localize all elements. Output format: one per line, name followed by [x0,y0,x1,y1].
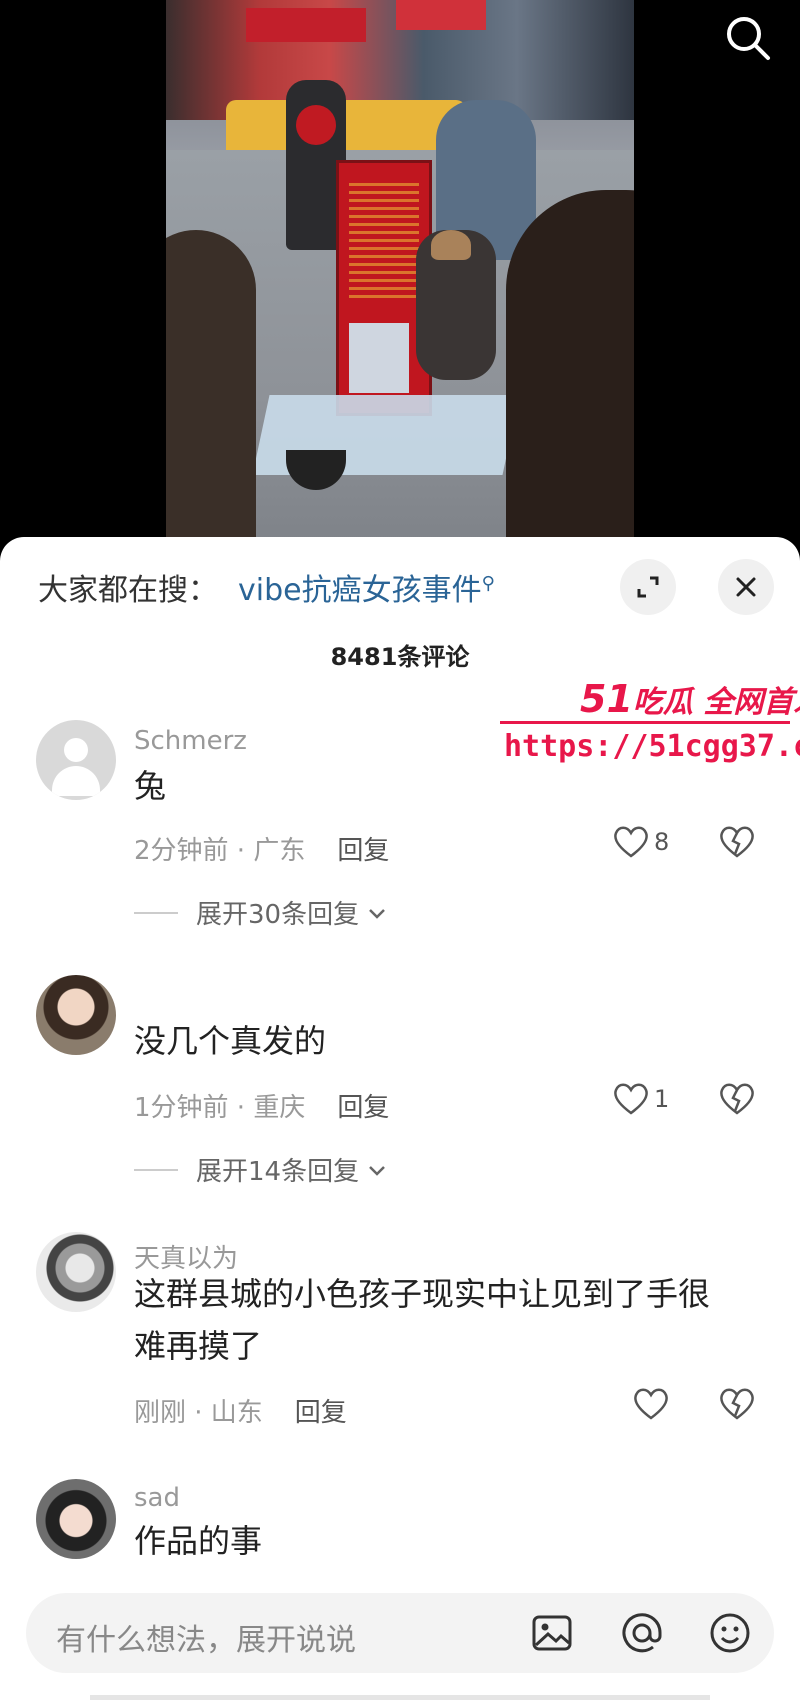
like-button[interactable]: 8 [612,824,669,860]
like-button[interactable]: 1 [612,1081,669,1117]
video-scene-banner-text [349,183,419,303]
comment-content: 兔 [134,767,167,805]
image-icon[interactable] [528,1609,576,1657]
comments-sheet: 大家都在搜： vibe抗癌女孩事件⚲ 8481条评论 51吃瓜 全网首发 htt… [0,537,800,1700]
comment-time-location: 刚刚 · 山东 [134,1398,263,1428]
comment-content: 作品的事 [134,1522,263,1560]
dislike-button[interactable] [718,1081,756,1121]
comment-meta: 2分钟前 · 广东 回复 [134,830,389,867]
chevron-down-icon [369,908,385,919]
expand-replies-button[interactable]: 展开14条回复 [134,1151,389,1188]
comment-meta: 刚刚 · 山东 回复 [134,1392,347,1429]
heart-icon [614,826,648,858]
comment-count: 8481条评论 [330,643,470,671]
divider [134,911,178,914]
expand-button[interactable] [620,559,676,615]
expand-replies-button[interactable]: 展开30条回复 [134,894,389,931]
watermark-line [500,721,790,724]
comment-content: 没几个真发的 [134,1022,327,1060]
at-icon[interactable] [618,1609,666,1657]
divider [134,1168,178,1171]
close-icon [736,577,756,597]
comment-username[interactable]: sad [134,1483,180,1513]
comment-input[interactable]: 有什么想法，展开说说 [26,1593,774,1673]
broken-heart-icon [720,1388,754,1420]
close-button[interactable] [718,559,774,615]
comment-content: 这群县城的小色孩子现实中让见到了手很难再摸了 [134,1275,711,1365]
video-player[interactable] [0,0,800,560]
trending-search-prefix: 大家都在搜： [38,573,218,608]
dislike-button[interactable] [718,1386,756,1426]
sheet-header: 大家都在搜： vibe抗癌女孩事件⚲ [0,537,800,637]
broken-heart-icon [720,826,754,858]
video-scene-onlooker [166,230,256,560]
expand-replies-label: 展开14条回复 [196,1157,360,1187]
video-scene-scarf [296,105,336,145]
trending-search-link[interactable]: vibe抗癌女孩事件⚲ [238,565,495,609]
like-count: 8 [654,828,670,856]
dislike-button[interactable] [718,824,756,864]
chevron-down-icon [369,1165,385,1176]
emoji-icon[interactable] [706,1609,754,1657]
video-scene-onlooker [506,190,634,560]
expand-icon [637,576,659,598]
bear-avatar[interactable] [36,1479,116,1559]
heart-icon [634,1388,668,1420]
expand-replies-label: 展开30条回复 [196,900,360,930]
search-icon[interactable] [720,10,776,66]
avatar-head-shape [64,738,88,762]
video-scene-hat [431,230,471,260]
broken-heart-icon [720,1083,754,1115]
comment-time-location: 2分钟前 · 广东 [134,836,306,866]
like-button[interactable] [632,1386,670,1422]
video-scene-sign [396,0,486,30]
watermark-url: https://51cgg37.com [504,729,800,764]
reply-button[interactable]: 回复 [337,1093,389,1123]
default-avatar[interactable] [36,720,116,800]
trending-search-query[interactable]: vibe抗癌女孩事件 [238,573,482,608]
heart-icon [614,1083,648,1115]
comment-input-placeholder[interactable]: 有什么想法，展开说说 [56,1615,356,1659]
reply-button[interactable]: 回复 [337,836,389,866]
anime-avatar[interactable] [36,1232,116,1312]
video-scene-banner-photo [349,323,409,393]
comment-input-bar: 有什么想法，展开说说 [0,1565,800,1700]
video-scene-sign [246,8,366,42]
video-frame[interactable] [166,0,634,560]
search-icon: ⚲ [481,573,495,594]
comment-username[interactable]: Schmerz [134,726,247,756]
watermark-brand: 51吃瓜 全网首发 [580,677,800,721]
girl-avatar[interactable] [36,975,116,1055]
like-count: 1 [654,1085,670,1113]
avatar-body-shape [52,766,100,796]
comment-meta: 1分钟前 · 重庆 回复 [134,1087,389,1124]
home-indicator [90,1695,710,1700]
comment-time-location: 1分钟前 · 重庆 [134,1093,306,1123]
reply-button[interactable]: 回复 [295,1398,347,1428]
